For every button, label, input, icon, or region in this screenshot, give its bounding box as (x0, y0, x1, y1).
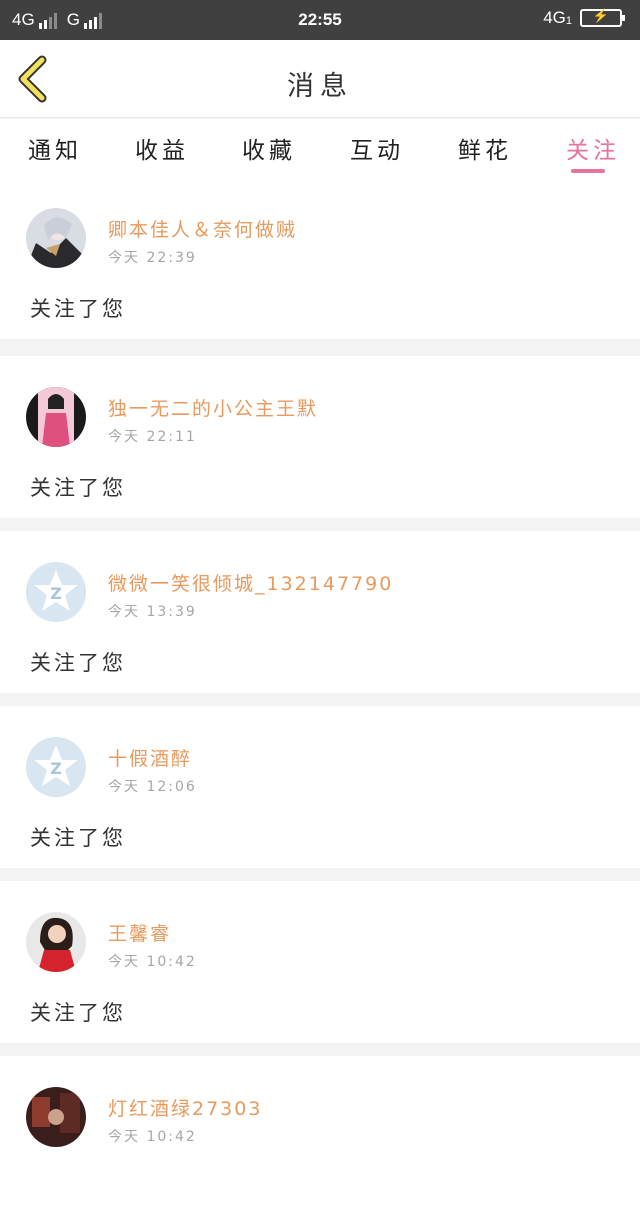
tab-interaction[interactable]: 互动 (350, 131, 404, 165)
list-item[interactable]: 独一无二的小公主王默 今天 22:11 关注了您 (0, 356, 640, 518)
user-name[interactable]: 灯红酒绿27303 (108, 1094, 262, 1121)
red-dress-avatar-icon (26, 912, 86, 972)
list-item[interactable]: Z 微微一笑很倾城_132147790 今天 13:39 关注了您 (0, 531, 640, 693)
network-type: 4G (543, 8, 566, 27)
tab-favorites[interactable]: 收藏 (242, 131, 296, 165)
timestamp: 今天 12:06 (108, 779, 197, 795)
user-name[interactable]: 十假酒醉 (108, 744, 192, 771)
svg-text:Z: Z (50, 584, 62, 603)
sim-index: 1 (565, 15, 572, 27)
tab-flowers[interactable]: 鲜花 (458, 131, 512, 165)
user-name[interactable]: 微微一笑很倾城_132147790 (108, 569, 393, 596)
avatar[interactable]: Z (26, 737, 86, 797)
avatar[interactable]: Z (26, 562, 86, 622)
message-text: 关注了您 (30, 826, 126, 850)
list-item[interactable]: 卿本佳人＆奈何做贼 今天 22:39 关注了您 (0, 177, 640, 339)
timestamp: 今天 10:42 (108, 1129, 197, 1145)
tab-follow[interactable]: 关注 (566, 131, 620, 165)
avatar[interactable] (26, 387, 86, 447)
pink-girl-avatar-icon (26, 387, 86, 447)
timestamp: 今天 10:42 (108, 954, 197, 970)
dark-photo-avatar-icon (26, 1087, 86, 1147)
avatar[interactable] (26, 912, 86, 972)
default-qq-avatar-icon: Z (26, 562, 86, 622)
avatar[interactable] (26, 1087, 86, 1147)
list-item[interactable]: 王馨睿 今天 10:42 关注了您 (0, 881, 640, 1043)
svg-text:Z: Z (50, 759, 62, 778)
anime-avatar-icon (26, 208, 86, 268)
active-tab-indicator (571, 169, 605, 173)
status-right: 4G 1 ⚡ (543, 8, 625, 28)
message-text: 关注了您 (30, 476, 126, 500)
list-item[interactable]: Z 十假酒醉 今天 12:06 关注了您 (0, 706, 640, 868)
page-title: 消息 (287, 71, 353, 102)
tab-earnings[interactable]: 收益 (135, 131, 189, 165)
status-bar: 4G G 22:55 4G 1 ⚡ (0, 0, 640, 40)
tab-notice[interactable]: 通知 (28, 131, 82, 165)
user-name[interactable]: 卿本佳人＆奈何做贼 (108, 215, 297, 242)
user-name[interactable]: 王馨睿 (108, 919, 171, 946)
default-qq-avatar-icon: Z (26, 737, 86, 797)
message-text: 关注了您 (30, 297, 126, 321)
user-name[interactable]: 独一无二的小公主王默 (108, 394, 318, 421)
timestamp: 今天 22:11 (108, 429, 197, 445)
tab-bar: 通知 收益 收藏 互动 鲜花 关注 (0, 119, 640, 177)
message-text: 关注了您 (30, 651, 126, 675)
list-item[interactable]: 灯红酒绿27303 今天 10:42 (0, 1056, 640, 1218)
timestamp: 今天 22:39 (108, 250, 197, 266)
timestamp: 今天 13:39 (108, 604, 197, 620)
battery-icon: ⚡ (580, 8, 625, 27)
app-header: 消息 (0, 40, 640, 118)
avatar[interactable] (26, 208, 86, 268)
message-text: 关注了您 (30, 1001, 126, 1025)
